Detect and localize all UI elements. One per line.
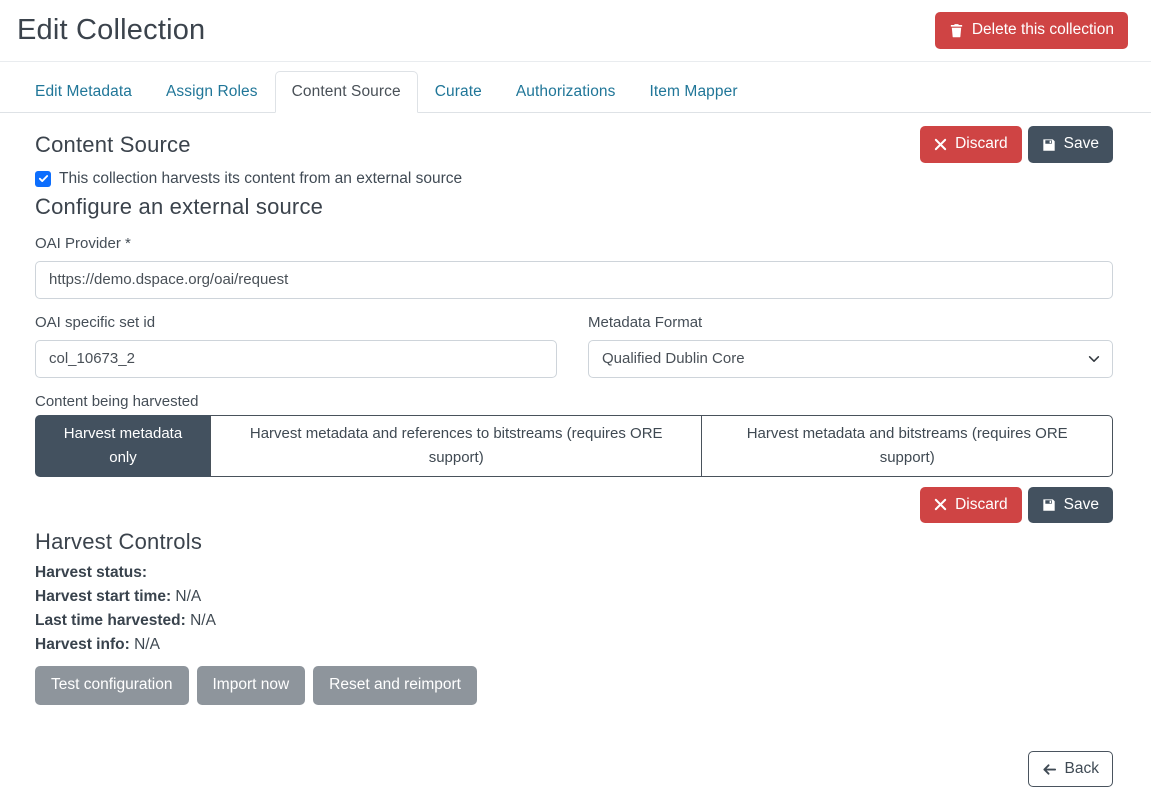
last-time-harvested-row: Last time harvested: N/A — [35, 609, 1113, 633]
configure-external-source-heading: Configure an external source — [35, 194, 1113, 220]
arrow-left-icon — [1042, 762, 1057, 777]
harvest-info-row: Harvest info: N/A — [35, 633, 1113, 657]
last-time-harvested-value: N/A — [190, 612, 216, 629]
test-configuration-button[interactable]: Test configuration — [35, 666, 189, 705]
metadata-format-select[interactable]: Qualified Dublin Core — [588, 340, 1113, 378]
tab-item-mapper[interactable]: Item Mapper — [632, 71, 754, 113]
harvest-start-time-label: Harvest start time: — [35, 588, 171, 605]
page-title: Edit Collection — [17, 14, 205, 47]
save-button-top[interactable]: Save — [1028, 126, 1113, 163]
harvest-start-time-value: N/A — [175, 588, 201, 605]
floppy-disk-icon — [1042, 138, 1056, 152]
tab-curate[interactable]: Curate — [418, 71, 499, 113]
content-harvested-button-group: Harvest metadata only Harvest metadata a… — [35, 415, 1113, 477]
discard-label: Discard — [955, 135, 1008, 154]
tab-assign-roles[interactable]: Assign Roles — [149, 71, 275, 113]
harvest-start-time-row: Harvest start time: N/A — [35, 585, 1113, 609]
harvest-metadata-bitstreams-button[interactable]: Harvest metadata and bitstreams (require… — [701, 415, 1113, 477]
trash-icon — [949, 23, 964, 38]
harvest-info-label: Harvest info: — [35, 636, 130, 653]
harvest-info-value: N/A — [134, 636, 160, 653]
save-label: Save — [1064, 135, 1099, 154]
x-icon — [934, 138, 947, 151]
discard-button-bottom[interactable]: Discard — [920, 487, 1022, 524]
save-label: Save — [1064, 496, 1099, 515]
oai-provider-label: OAI Provider * — [35, 235, 1113, 252]
import-now-button[interactable]: Import now — [197, 666, 306, 705]
x-icon — [934, 498, 947, 511]
discard-button-top[interactable]: Discard — [920, 126, 1022, 163]
discard-label: Discard — [955, 496, 1008, 515]
harvest-external-checkbox[interactable] — [35, 171, 51, 187]
back-label: Back — [1065, 760, 1099, 779]
harvest-status-label: Harvest status: — [35, 564, 147, 581]
back-button[interactable]: Back — [1028, 751, 1113, 787]
harvest-external-checkbox-label[interactable]: This collection harvests its content fro… — [59, 170, 462, 188]
tab-edit-metadata[interactable]: Edit Metadata — [18, 71, 149, 113]
save-button-bottom[interactable]: Save — [1028, 487, 1113, 524]
tab-authorizations[interactable]: Authorizations — [499, 71, 633, 113]
harvest-metadata-references-button[interactable]: Harvest metadata and references to bitst… — [210, 415, 702, 477]
oai-set-id-label: OAI specific set id — [35, 314, 557, 331]
metadata-format-label: Metadata Format — [588, 314, 1113, 331]
tab-content-source[interactable]: Content Source — [275, 71, 418, 113]
delete-collection-button[interactable]: Delete this collection — [935, 12, 1128, 49]
delete-collection-label: Delete this collection — [972, 21, 1114, 40]
floppy-disk-icon — [1042, 498, 1056, 512]
tab-bar: Edit Metadata Assign Roles Content Sourc… — [0, 62, 1151, 113]
oai-provider-input[interactable] — [35, 261, 1113, 299]
harvest-controls-heading: Harvest Controls — [35, 529, 1113, 555]
metadata-format-selected-value: Qualified Dublin Core — [588, 340, 1113, 378]
main-content: Content Source Discard Save This collect… — [0, 113, 1151, 787]
content-source-heading: Content Source — [35, 132, 191, 158]
harvest-metadata-only-button[interactable]: Harvest metadata only — [35, 415, 211, 477]
harvest-status-row: Harvest status: — [35, 561, 1113, 585]
page-header: Edit Collection Delete this collection — [0, 0, 1151, 62]
checkmark-icon — [38, 173, 49, 184]
reset-and-reimport-button[interactable]: Reset and reimport — [313, 666, 477, 705]
oai-set-id-input[interactable] — [35, 340, 557, 378]
content-harvested-label: Content being harvested — [35, 393, 1113, 410]
last-time-harvested-label: Last time harvested: — [35, 612, 186, 629]
